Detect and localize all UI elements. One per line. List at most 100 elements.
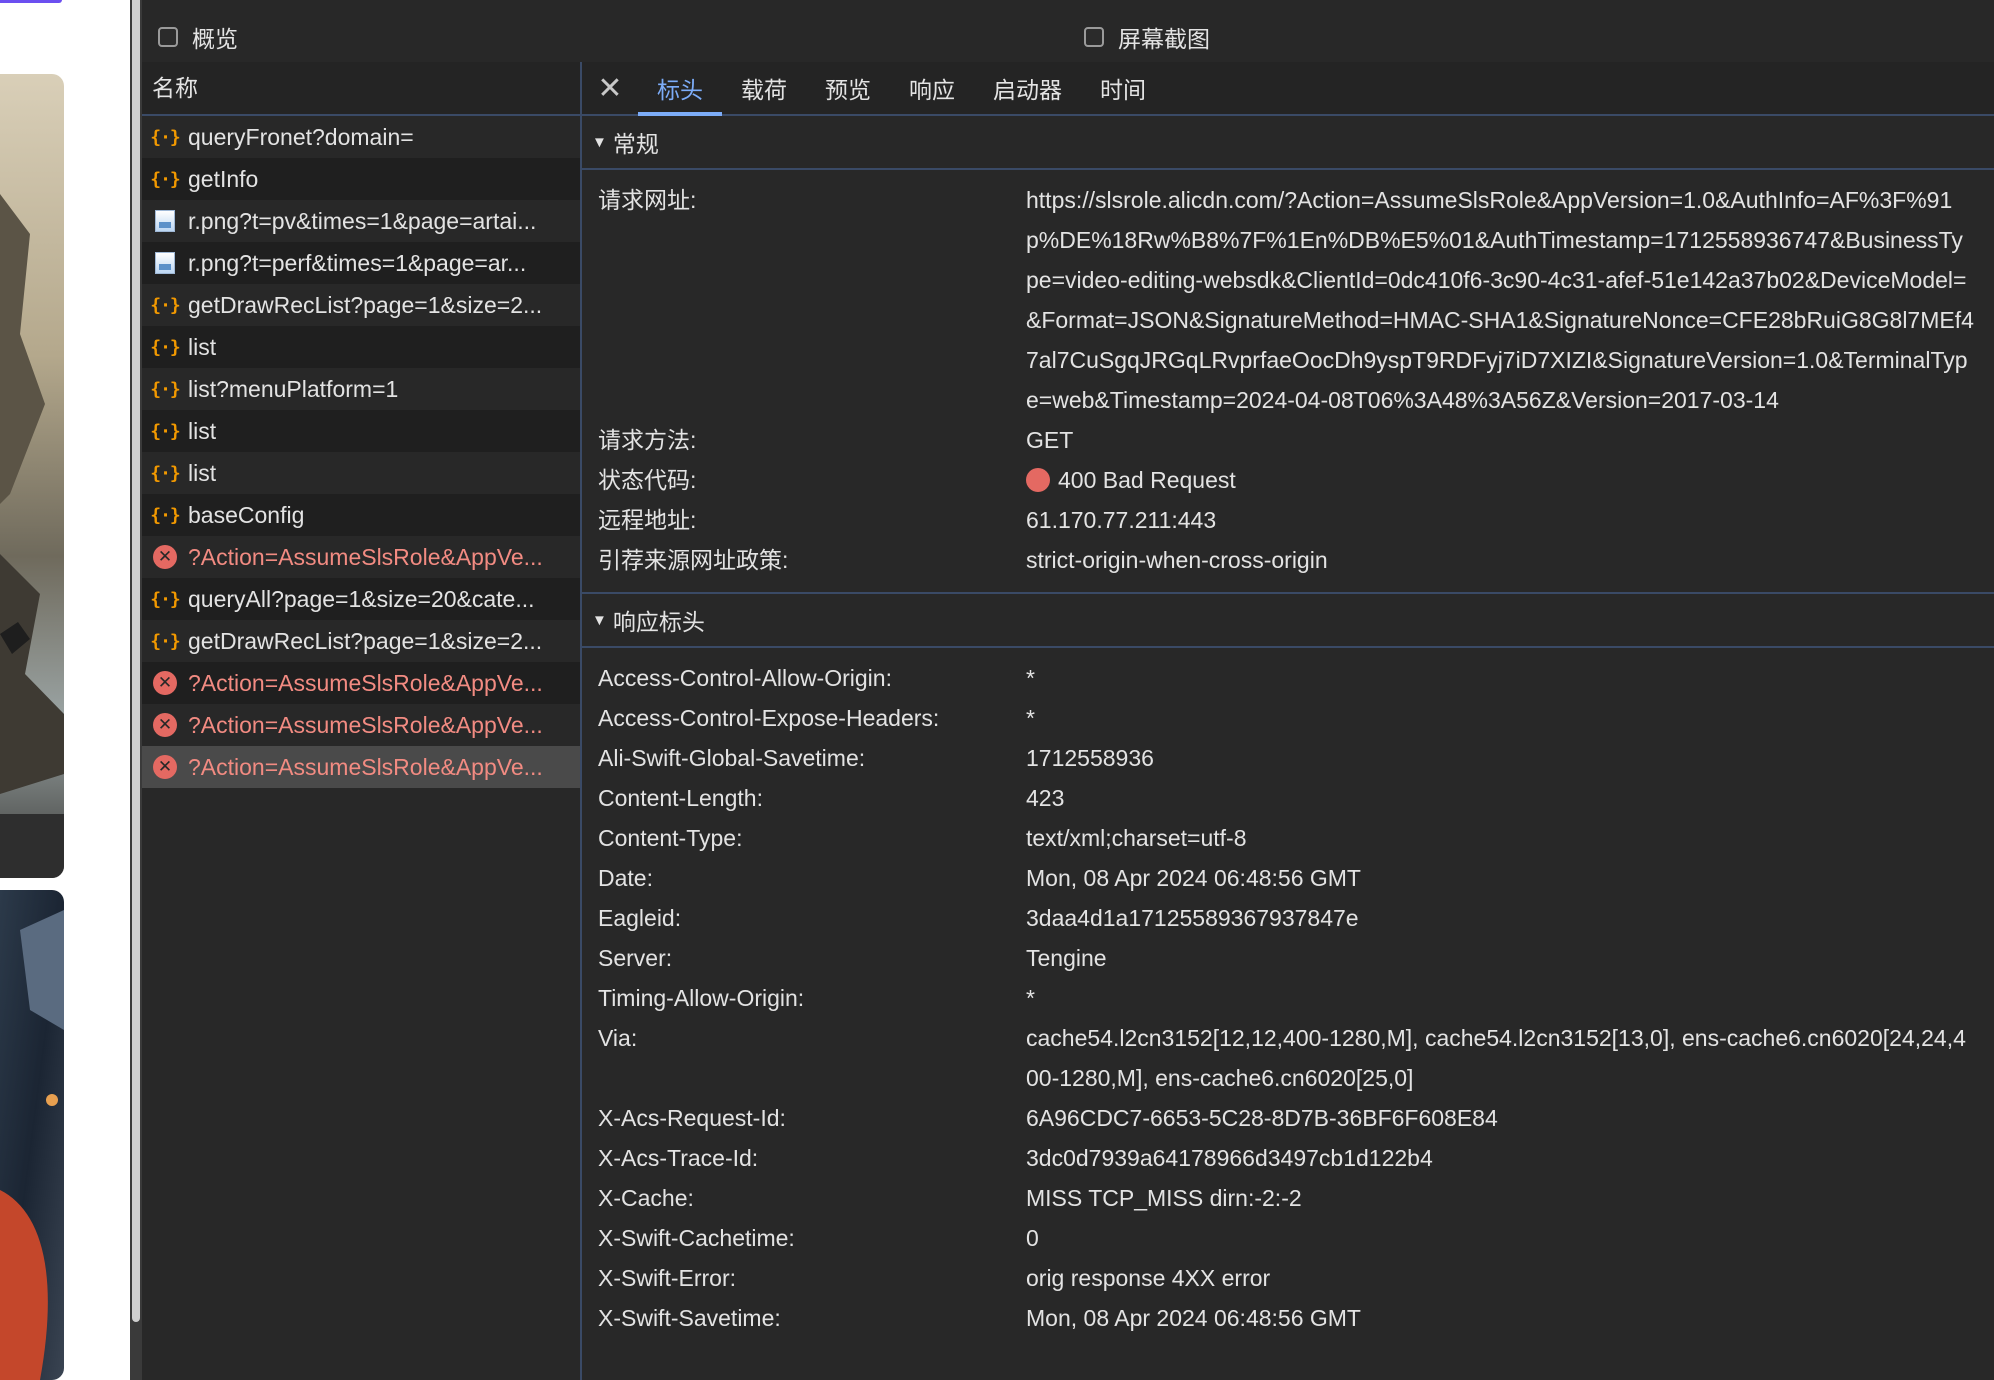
request-name: ?Action=AssumeSlsRole&AppVe...	[188, 669, 543, 696]
request-name: list	[188, 333, 217, 360]
error-icon: ✕	[152, 670, 178, 696]
request-name: list?menuPlatform=1	[188, 375, 399, 402]
overview-toggle[interactable]: 概览	[158, 20, 238, 54]
error-icon: ✕	[152, 754, 178, 780]
request-row[interactable]: ✕ ?Action=AssumeSlsRole&AppVe...	[142, 536, 580, 578]
response-header-name: Timing-Allow-Origin:	[598, 985, 805, 1011]
response-header-row: X-Acs-Request-Id: 6A96CDC7-6653-5C28-8D7B…	[582, 1098, 1994, 1138]
response-header-name: Content-Length:	[598, 785, 763, 811]
response-header-value: 3daa4d1a17125589367937847e	[1026, 905, 1359, 931]
response-header-value: 6A96CDC7-6653-5C28-8D7B-36BF6F608E84	[1026, 1105, 1498, 1131]
response-header-name: Server:	[598, 945, 673, 971]
page-scrollbar-thumb[interactable]	[132, 0, 140, 1322]
tab-headers[interactable]: 标头	[638, 62, 722, 116]
general-section-title: 常规	[612, 131, 659, 157]
screenshot-checkbox[interactable]	[1084, 27, 1104, 47]
request-name: r.png?t=perf&times=1&page=ar...	[188, 249, 527, 276]
detail-tab-bar: ✕ 标头 载荷 预览 响应 启动器 时间	[582, 62, 1994, 116]
tab-payload[interactable]: 载荷	[722, 62, 806, 114]
fetch-xhr-icon: {·}	[150, 462, 180, 484]
referrer-policy-value: strict-origin-when-cross-origin	[1026, 547, 1328, 573]
request-row[interactable]: {·} baseConfig	[142, 494, 580, 536]
request-name: ?Action=AssumeSlsRole&AppVe...	[188, 711, 543, 738]
request-name: getInfo	[188, 165, 259, 192]
page-accent-bar	[0, 0, 62, 3]
tab-preview[interactable]: 预览	[806, 62, 890, 114]
response-header-name: X-Acs-Trace-Id:	[598, 1145, 759, 1171]
request-row[interactable]: {·} list	[142, 410, 580, 452]
request-name: list	[188, 417, 217, 444]
fetch-xhr-icon: {·}	[150, 630, 180, 652]
request-row[interactable]: {·} getDrawRecList?page=1&size=2...	[142, 284, 580, 326]
request-row[interactable]: ✕ ?Action=AssumeSlsRole&AppVe...	[142, 704, 580, 746]
fetch-xhr-icon: {·}	[150, 378, 180, 400]
response-header-value: *	[1026, 665, 1035, 691]
response-header-name: X-Swift-Savetime:	[598, 1305, 781, 1331]
tab-initiator[interactable]: 启动器	[974, 62, 1081, 114]
request-name: ?Action=AssumeSlsRole&AppVe...	[188, 753, 543, 780]
fetch-xhr-icon: {·}	[150, 588, 180, 610]
fetch-xhr-icon: {·}	[150, 420, 180, 442]
fetch-xhr-icon: {·}	[150, 168, 180, 190]
collapse-triangle-icon: ▼	[592, 611, 607, 629]
response-header-row: X-Swift-Error: orig response 4XX error	[582, 1258, 1994, 1298]
response-header-value: Mon, 08 Apr 2024 06:48:56 GMT	[1026, 865, 1361, 891]
image-file-icon	[152, 250, 178, 276]
request-row[interactable]: {·} list?menuPlatform=1	[142, 368, 580, 410]
general-section-header[interactable]: ▼ 常规	[582, 116, 1994, 170]
request-url-value: https://slsrole.alicdn.com/?Action=Assum…	[1026, 187, 1974, 413]
response-header-row: Date: Mon, 08 Apr 2024 06:48:56 GMT	[582, 858, 1994, 898]
remote-address-label: 远程地址:	[598, 507, 697, 533]
request-method-label: 请求方法:	[598, 427, 697, 453]
remote-address-row: 远程地址: 61.170.77.211:443	[582, 500, 1994, 540]
name-column-header[interactable]: 名称	[142, 62, 580, 116]
request-row[interactable]: ✕ ?Action=AssumeSlsRole&AppVe...	[142, 746, 580, 788]
request-row[interactable]: {·} list	[142, 326, 580, 368]
response-header-name: Content-Type:	[598, 825, 743, 851]
request-row[interactable]: r.png?t=perf&times=1&page=ar...	[142, 242, 580, 284]
response-header-row: X-Swift-Savetime: Mon, 08 Apr 2024 06:48:…	[582, 1298, 1994, 1338]
tab-response[interactable]: 响应	[890, 62, 974, 114]
request-row[interactable]: r.png?t=pv&times=1&page=artai...	[142, 200, 580, 242]
screenshot-label: 屏幕截图	[1118, 26, 1210, 52]
response-header-value: text/xml;charset=utf-8	[1026, 825, 1247, 851]
collapse-triangle-icon: ▼	[592, 133, 607, 151]
image-file-icon	[152, 208, 178, 234]
request-row[interactable]: {·} queryFronet?domain=	[142, 116, 580, 158]
close-icon[interactable]: ✕	[582, 62, 638, 114]
request-row[interactable]: {·} list	[142, 452, 580, 494]
response-headers-section-header[interactable]: ▼ 响应标头	[582, 594, 1994, 648]
response-header-row: Content-Length: 423	[582, 778, 1994, 818]
request-name: queryAll?page=1&size=20&cate...	[188, 585, 535, 612]
response-header-value: MISS TCP_MISS dirn:-2:-2	[1026, 1185, 1302, 1211]
request-row[interactable]: {·} queryAll?page=1&size=20&cate...	[142, 578, 580, 620]
response-header-row: Access-Control-Allow-Origin: *	[582, 658, 1994, 698]
response-header-value: 0	[1026, 1225, 1039, 1251]
request-row[interactable]: ✕ ?Action=AssumeSlsRole&AppVe...	[142, 662, 580, 704]
response-header-row: X-Swift-Cachetime: 0	[582, 1218, 1994, 1258]
fetch-xhr-icon: {·}	[150, 504, 180, 526]
response-header-row: X-Cache: MISS TCP_MISS dirn:-2:-2	[582, 1178, 1994, 1218]
request-row[interactable]: {·} getDrawRecList?page=1&size=2...	[142, 620, 580, 662]
artwork-thumbnail[interactable]	[0, 890, 64, 1380]
request-url-row: 请求网址: https://slsrole.alicdn.com/?Action…	[582, 180, 1994, 420]
error-icon: ✕	[152, 712, 178, 738]
response-headers-section: Access-Control-Allow-Origin: * Access-Cont…	[582, 648, 1994, 1350]
status-error-icon	[1026, 468, 1050, 492]
web-page-viewport	[0, 0, 130, 1380]
response-header-row: Server: Tengine	[582, 938, 1994, 978]
overview-checkbox[interactable]	[158, 27, 178, 47]
devtools-network-panel: 概览 屏幕截图 名称 {·} queryFronet?domain= {·} getI…	[142, 0, 1994, 1380]
screenshot-toggle[interactable]: 屏幕截图	[1084, 20, 1210, 54]
artwork-thumbnail[interactable]	[0, 74, 64, 878]
request-list: 名称 {·} queryFronet?domain= {·} getInfo r.png…	[142, 62, 582, 1380]
response-header-value: cache54.l2cn3152[12,12,400-1280,M], cach…	[1026, 1025, 1966, 1091]
request-name: ?Action=AssumeSlsRole&AppVe...	[188, 543, 543, 570]
response-header-name: X-Swift-Error:	[598, 1265, 736, 1291]
response-header-value: 1712558936	[1026, 745, 1154, 771]
response-header-name: Via:	[598, 1025, 638, 1051]
request-detail-panel: ✕ 标头 载荷 预览 响应 启动器 时间 ▼ 常规 请求网址: https://…	[582, 62, 1994, 1380]
tab-timing[interactable]: 时间	[1081, 62, 1165, 114]
referrer-policy-row: 引荐来源网址政策: strict-origin-when-cross-origi…	[582, 540, 1994, 580]
request-row[interactable]: {·} getInfo	[142, 158, 580, 200]
